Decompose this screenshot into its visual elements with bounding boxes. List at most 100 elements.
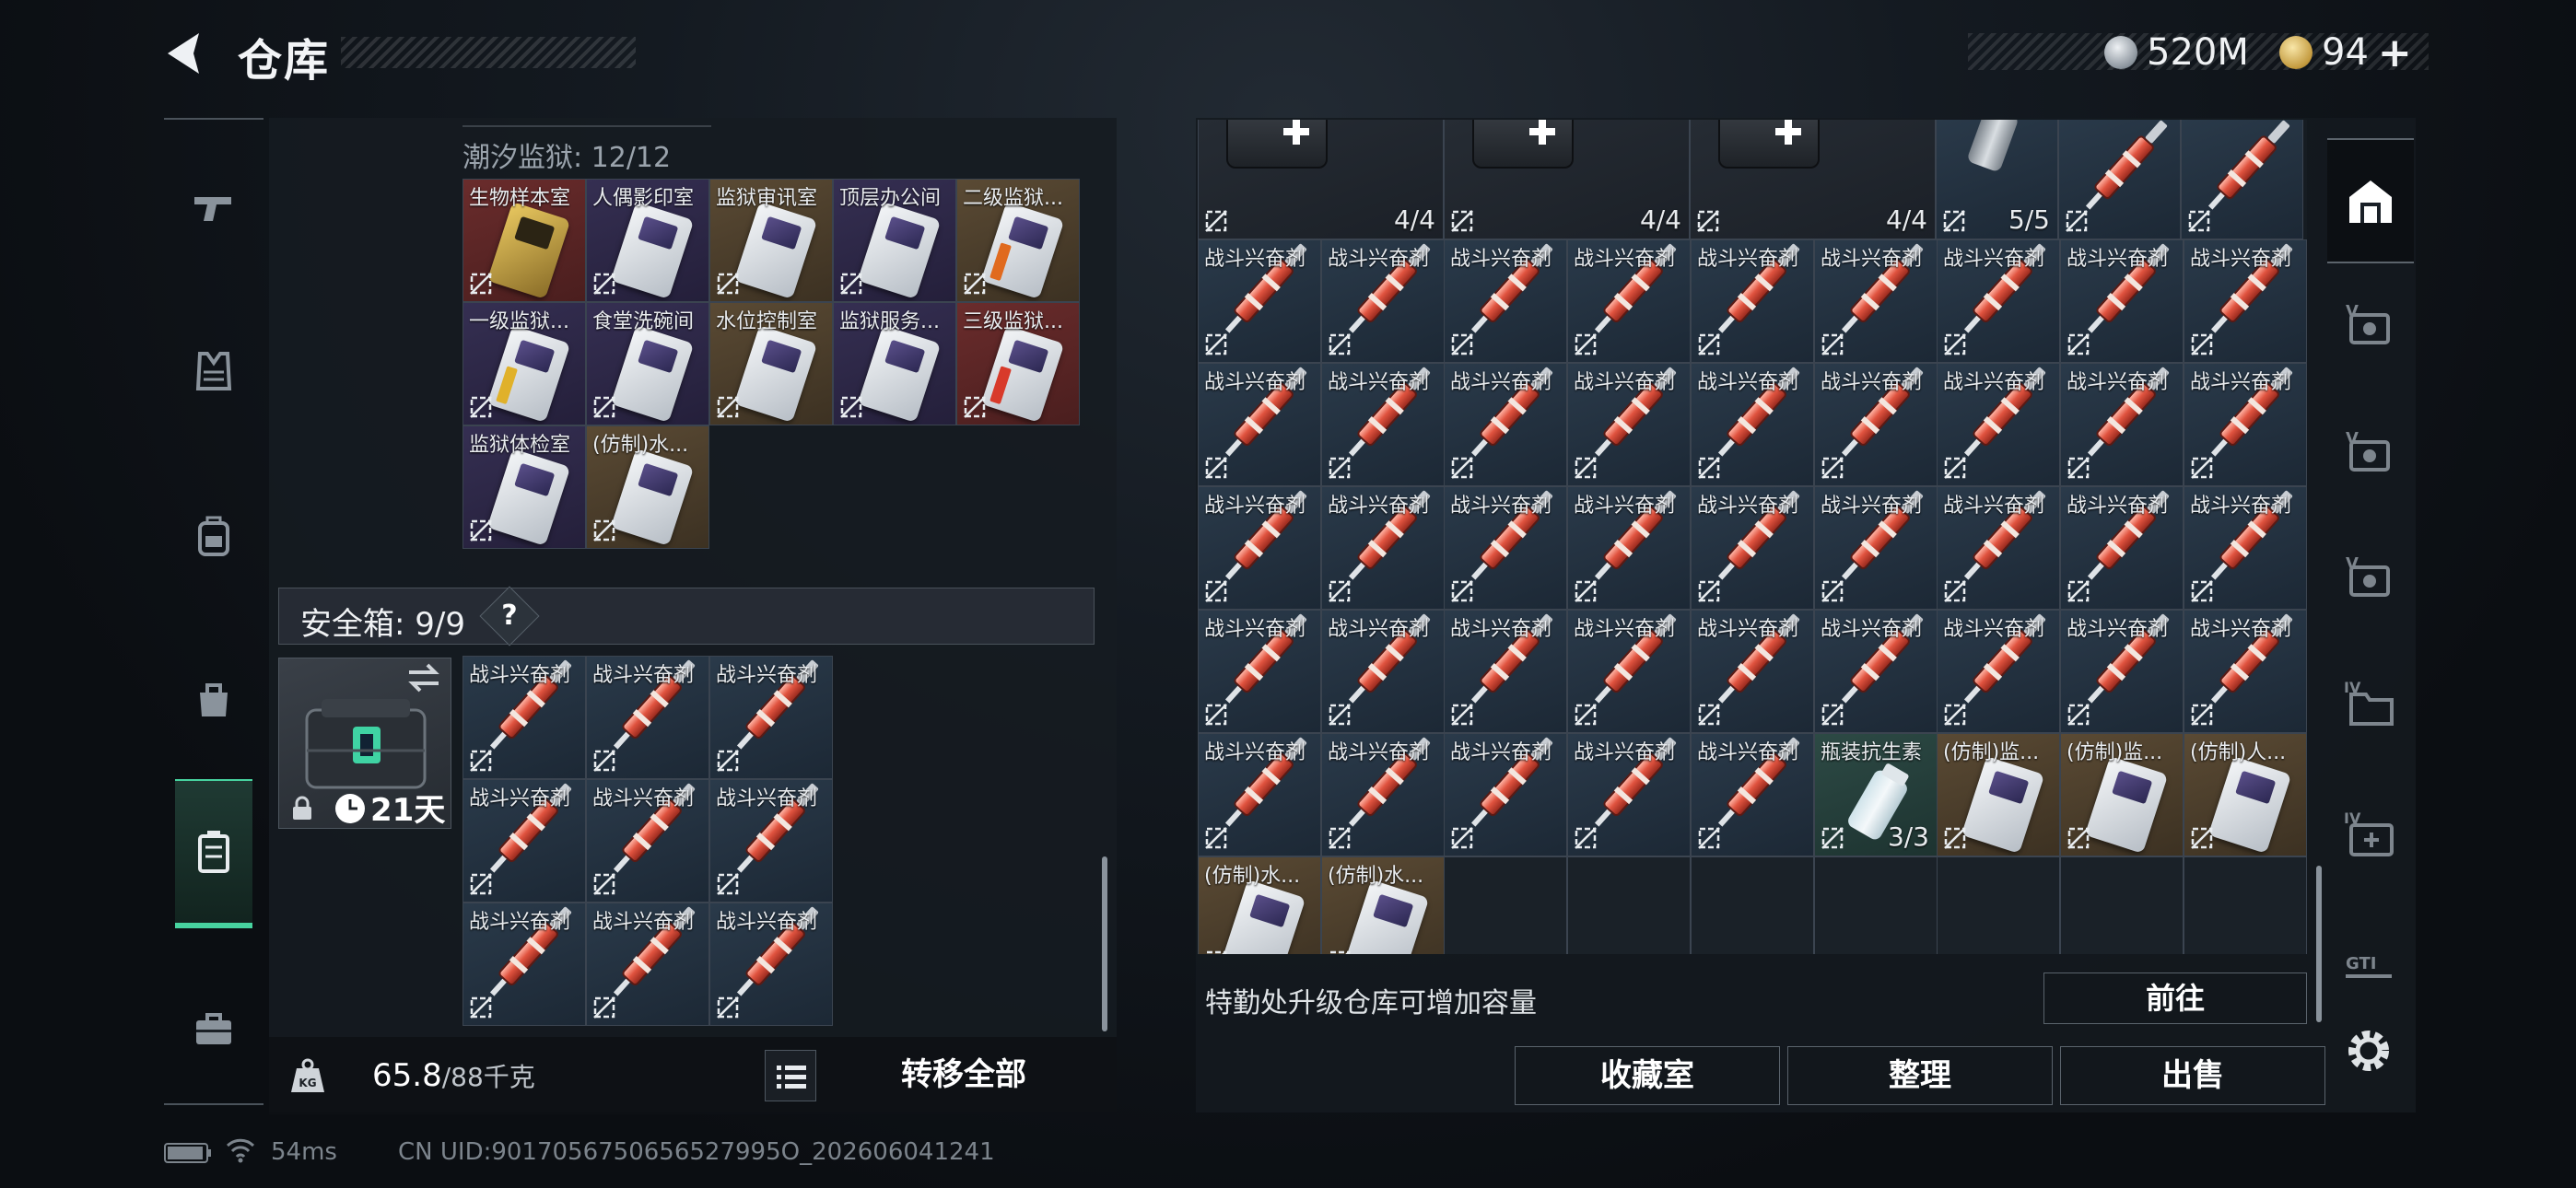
tab-v-storage-1[interactable]: V: [2329, 274, 2412, 376]
nav-storage-active[interactable]: [175, 779, 252, 928]
silver-currency[interactable]: 520M: [2104, 31, 2249, 74]
item-slot[interactable]: 战斗兴奋剂: [1691, 610, 1814, 733]
item-slot[interactable]: 战斗兴奋剂: [586, 779, 709, 903]
item-slot[interactable]: 战斗兴奋剂: [709, 903, 833, 1026]
item-slot[interactable]: 监狱服务...: [833, 302, 956, 425]
item-slot[interactable]: 战斗兴奋剂: [463, 656, 586, 779]
item-slot[interactable]: 生物样本室: [463, 179, 586, 302]
collection-room-button[interactable]: 收藏室: [1515, 1046, 1780, 1105]
empty-slot[interactable]: [1444, 856, 1567, 954]
item-slot[interactable]: 战斗兴奋剂: [2060, 486, 2184, 610]
item-slot[interactable]: 战斗兴奋剂: [1198, 239, 1321, 363]
item-slot[interactable]: 战斗兴奋剂: [1814, 486, 1938, 610]
nav-backpack[interactable]: [164, 486, 263, 588]
item-slot[interactable]: 监狱体检室: [463, 425, 586, 549]
item-slot[interactable]: 水位控制室: [709, 302, 833, 425]
item-slot[interactable]: 战斗兴奋剂: [1691, 486, 1814, 610]
item-slot[interactable]: 战斗兴奋剂: [1198, 733, 1321, 856]
goto-button[interactable]: 前往: [2043, 973, 2307, 1024]
item-slot[interactable]: 战斗兴奋剂: [2184, 610, 2307, 733]
item-slot[interactable]: 瓶装抗生素 3/3: [1814, 733, 1938, 856]
tab-iv-folder[interactable]: IV: [2329, 654, 2412, 755]
plus-icon[interactable]: +: [2378, 29, 2412, 76]
item-slot[interactable]: 战斗兴奋剂: [1321, 610, 1445, 733]
tab-v-storage-3[interactable]: V: [2329, 527, 2412, 628]
help-icon[interactable]: ?: [488, 595, 531, 637]
item-slot[interactable]: 战斗兴奋剂: [709, 656, 833, 779]
item-slot[interactable]: 4/4: [1444, 120, 1690, 239]
item-slot[interactable]: 战斗兴奋剂: [1198, 610, 1321, 733]
item-slot[interactable]: [2181, 120, 2303, 239]
sell-button[interactable]: 出售: [2060, 1046, 2325, 1105]
item-slot[interactable]: 战斗兴奋剂: [1814, 239, 1938, 363]
item-slot[interactable]: 战斗兴奋剂: [709, 779, 833, 903]
list-view-button[interactable]: [765, 1050, 816, 1101]
transfer-all-button[interactable]: 转移全部: [829, 1042, 1098, 1107]
item-slot[interactable]: 战斗兴奋剂: [586, 656, 709, 779]
item-slot[interactable]: 战斗兴奋剂: [1321, 733, 1445, 856]
item-slot[interactable]: (仿制)监...: [1937, 733, 2060, 856]
item-slot[interactable]: 战斗兴奋剂: [1814, 610, 1938, 733]
empty-slot[interactable]: [1567, 856, 1691, 954]
empty-slot[interactable]: [1937, 856, 2060, 954]
right-scrollbar[interactable]: [2316, 866, 2322, 1022]
empty-slot[interactable]: [2060, 856, 2184, 954]
item-slot[interactable]: 战斗兴奋剂: [1691, 363, 1814, 486]
item-slot[interactable]: 战斗兴奋剂: [1814, 363, 1938, 486]
item-slot[interactable]: 战斗兴奋剂: [2184, 486, 2307, 610]
item-slot[interactable]: 战斗兴奋剂: [1937, 363, 2060, 486]
item-slot[interactable]: 4/4: [1690, 120, 1936, 239]
item-slot[interactable]: (仿制)水...: [1198, 856, 1321, 954]
item-slot[interactable]: 战斗兴奋剂: [1321, 486, 1445, 610]
item-slot[interactable]: 5/5: [1936, 120, 2058, 239]
item-slot[interactable]: 顶层办公间: [833, 179, 956, 302]
item-slot[interactable]: 战斗兴奋剂: [2060, 239, 2184, 363]
item-slot[interactable]: 战斗兴奋剂: [2060, 610, 2184, 733]
item-slot[interactable]: 战斗兴奋剂: [1567, 363, 1691, 486]
item-slot[interactable]: 战斗兴奋剂: [463, 779, 586, 903]
tab-gti[interactable]: GTI: [2329, 914, 2412, 1015]
item-slot[interactable]: 战斗兴奋剂: [1444, 363, 1567, 486]
item-slot[interactable]: 战斗兴奋剂: [1691, 239, 1814, 363]
item-slot[interactable]: 战斗兴奋剂: [2184, 239, 2307, 363]
item-slot[interactable]: (仿制)水...: [1321, 856, 1445, 954]
item-slot[interactable]: [2058, 120, 2181, 239]
item-slot[interactable]: 战斗兴奋剂: [1937, 610, 2060, 733]
item-slot[interactable]: 战斗兴奋剂: [1567, 610, 1691, 733]
item-slot[interactable]: 战斗兴奋剂: [586, 903, 709, 1026]
item-slot[interactable]: 战斗兴奋剂: [1198, 363, 1321, 486]
tab-iv-medical[interactable]: IV: [2329, 785, 2412, 886]
item-slot[interactable]: 食堂洗碗间: [586, 302, 709, 425]
empty-slot[interactable]: [2184, 856, 2307, 954]
item-slot[interactable]: 战斗兴奋剂: [1444, 486, 1567, 610]
item-slot[interactable]: 战斗兴奋剂: [1198, 486, 1321, 610]
swap-icon[interactable]: [405, 661, 442, 694]
nav-bag[interactable]: [164, 648, 263, 750]
item-slot[interactable]: 战斗兴奋剂: [1567, 486, 1691, 610]
item-slot[interactable]: 二级监狱...: [956, 179, 1080, 302]
empty-slot[interactable]: [1814, 856, 1938, 954]
item-slot[interactable]: 人偶影印室: [586, 179, 709, 302]
item-slot[interactable]: 战斗兴奋剂: [2184, 363, 2307, 486]
organize-button[interactable]: 整理: [1787, 1046, 2053, 1105]
settings-gear-icon[interactable]: [2340, 1022, 2397, 1079]
item-slot[interactable]: 一级监狱...: [463, 302, 586, 425]
item-slot[interactable]: 战斗兴奋剂: [1444, 733, 1567, 856]
item-slot[interactable]: 战斗兴奋剂: [1444, 610, 1567, 733]
item-slot[interactable]: 战斗兴奋剂: [1567, 733, 1691, 856]
nav-toolbox[interactable]: [164, 978, 263, 1079]
item-slot[interactable]: 战斗兴奋剂: [1321, 239, 1445, 363]
left-scrollbar[interactable]: [1102, 856, 1107, 1031]
item-slot[interactable]: 4/4: [1198, 120, 1444, 239]
item-slot[interactable]: (仿制)水...: [586, 425, 709, 549]
tab-main-warehouse[interactable]: [2329, 151, 2412, 252]
item-slot[interactable]: 战斗兴奋剂: [1937, 486, 2060, 610]
item-slot[interactable]: 战斗兴奋剂: [1444, 239, 1567, 363]
item-slot[interactable]: 监狱审讯室: [709, 179, 833, 302]
nav-weapons[interactable]: [164, 157, 263, 258]
item-slot[interactable]: (仿制)人...: [2184, 733, 2307, 856]
empty-slot[interactable]: [1691, 856, 1814, 954]
item-slot[interactable]: 三级监狱...: [956, 302, 1080, 425]
gold-currency[interactable]: 94 +: [2279, 29, 2412, 76]
item-slot[interactable]: 战斗兴奋剂: [1691, 733, 1814, 856]
